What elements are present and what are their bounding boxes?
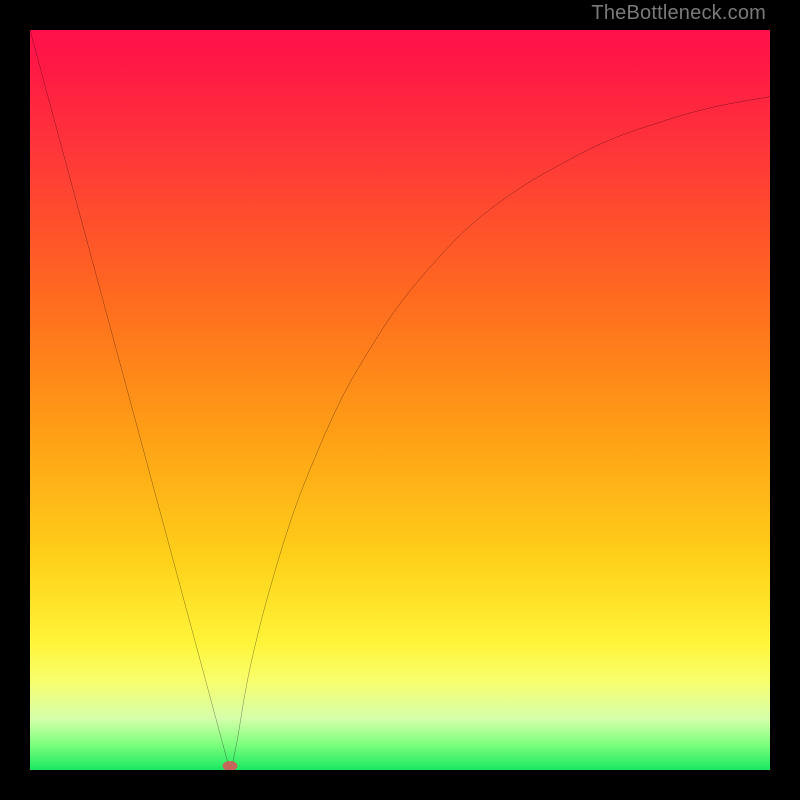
minimum-marker <box>222 761 237 770</box>
chart-frame: TheBottleneck.com <box>0 0 800 800</box>
plot-area <box>30 30 770 770</box>
curve-line <box>30 30 770 770</box>
watermark-text: TheBottleneck.com <box>591 2 766 25</box>
